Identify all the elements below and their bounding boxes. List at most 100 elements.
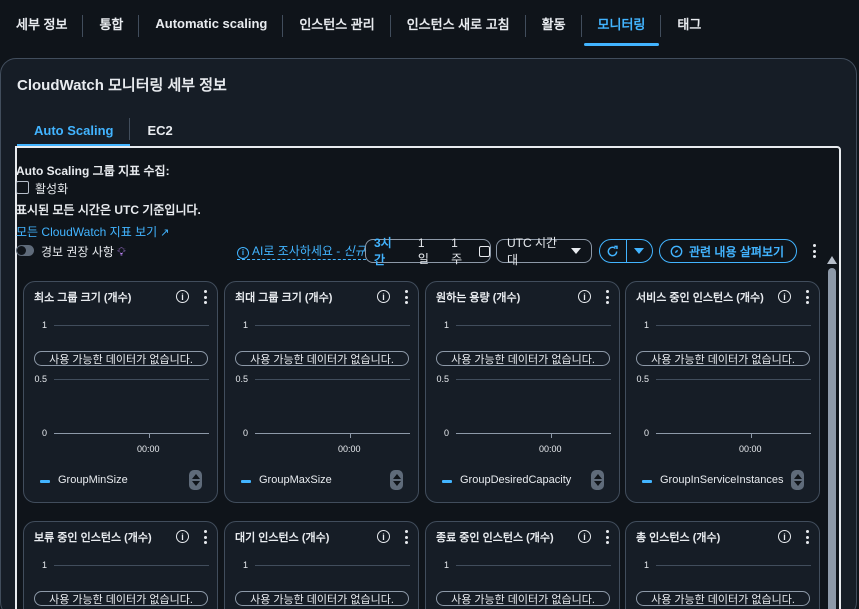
legend-scroll-control[interactable] bbox=[591, 470, 604, 490]
refresh-button[interactable] bbox=[600, 240, 626, 262]
time-range-selector: 3시간 1일 1주 bbox=[365, 236, 491, 267]
legend-scroll-control[interactable] bbox=[791, 470, 804, 490]
x-tick-mark bbox=[551, 434, 552, 438]
chart-card-group-min-size: 최소 그룹 크기 (개수) i 1 사용 가능한 데이터가 없습니다. 0.5 … bbox=[23, 281, 218, 503]
legend-label: GroupMinSize bbox=[58, 474, 128, 486]
tab-activity[interactable]: 활동 bbox=[526, 0, 582, 46]
time-range-1d[interactable]: 1일 bbox=[410, 236, 443, 267]
gridline bbox=[456, 325, 611, 326]
info-icon[interactable]: i bbox=[377, 530, 390, 543]
more-options-icon[interactable] bbox=[809, 244, 819, 258]
refresh-icon bbox=[607, 245, 618, 256]
chart-title: 최대 그룹 크기 (개수) bbox=[235, 292, 333, 304]
explore-related-label: 관련 내용 살펴보기 bbox=[689, 244, 784, 259]
timezone-value: UTC 시간대 bbox=[507, 236, 558, 267]
y-tick-label: 0.5 bbox=[636, 374, 649, 384]
legend-scroll-control[interactable] bbox=[390, 470, 403, 490]
legend-label: GroupInServiceInstances bbox=[660, 474, 784, 486]
legend-swatch bbox=[241, 480, 251, 483]
tab-auto-scaling[interactable]: Auto Scaling bbox=[17, 113, 131, 147]
calendar-icon[interactable] bbox=[479, 245, 491, 257]
tab-integrations[interactable]: 통합 bbox=[83, 0, 140, 46]
chart-card-total-instances: 총 인스턴스 (개수) i 1 사용 가능한 데이터가 없습니다. bbox=[625, 521, 820, 609]
no-data-message: 사용 가능한 데이터가 없습니다. bbox=[436, 351, 610, 366]
y-tick-label: 1 bbox=[443, 320, 449, 330]
chart-menu-icon[interactable] bbox=[200, 290, 210, 304]
tab-instance-refresh[interactable]: 인스턴스 새로 고침 bbox=[391, 0, 526, 46]
tab-tags[interactable]: 태그 bbox=[661, 0, 717, 46]
tab-label: 활동 bbox=[541, 16, 566, 32]
enable-metrics-checkbox[interactable] bbox=[16, 181, 29, 194]
info-icon[interactable]: i bbox=[377, 290, 390, 303]
chart-menu-icon[interactable] bbox=[802, 530, 812, 544]
info-icon[interactable]: i bbox=[778, 290, 791, 303]
alarm-recommendations-text: 경보 권장 사항 bbox=[41, 245, 114, 259]
utc-notice: 표시된 모든 시간은 UTC 기준입니다. bbox=[16, 203, 201, 217]
info-icon[interactable]: i bbox=[176, 290, 189, 303]
tab-label: 태그 bbox=[677, 16, 702, 32]
info-icon[interactable]: i bbox=[578, 290, 591, 303]
x-axis bbox=[456, 433, 611, 434]
info-icon: i bbox=[237, 247, 249, 259]
enable-metrics-checkbox-label: 활성화 bbox=[35, 182, 69, 196]
legend-swatch bbox=[40, 480, 50, 483]
info-icon[interactable]: i bbox=[578, 530, 591, 543]
tab-label: Automatic scaling bbox=[155, 15, 268, 31]
x-tick-label: 00:00 bbox=[739, 444, 762, 454]
time-range-3h[interactable]: 3시간 bbox=[366, 234, 410, 268]
y-tick-label: 0.5 bbox=[235, 374, 248, 384]
compass-icon bbox=[670, 245, 683, 257]
y-tick-label: 0 bbox=[242, 428, 248, 438]
legend-scroll-control[interactable] bbox=[189, 470, 202, 490]
ai-investigate-text: AI로 조사하세요 - bbox=[252, 244, 344, 258]
time-range-1w[interactable]: 1주 bbox=[443, 236, 476, 267]
alarm-recommendations-label: 경보 권장 사항 💡︎ bbox=[41, 243, 126, 260]
x-axis bbox=[255, 433, 410, 434]
chart-menu-icon[interactable] bbox=[602, 290, 612, 304]
alarm-recommendations-toggle[interactable] bbox=[16, 245, 34, 256]
y-tick-label: 1 bbox=[643, 320, 649, 330]
y-tick-label: 1 bbox=[643, 560, 649, 570]
explore-related-button[interactable]: 관련 내용 살펴보기 bbox=[659, 239, 797, 263]
gridline bbox=[54, 565, 209, 566]
y-tick-label: 0 bbox=[643, 428, 649, 438]
tab-ec2[interactable]: EC2 bbox=[130, 113, 189, 147]
scrollbar-thumb[interactable] bbox=[828, 268, 836, 609]
y-tick-label: 1 bbox=[41, 320, 47, 330]
chart-menu-icon[interactable] bbox=[200, 530, 210, 544]
legend-label: GroupDesiredCapacity bbox=[460, 474, 572, 486]
chart-menu-icon[interactable] bbox=[401, 290, 411, 304]
refresh-options-dropdown[interactable] bbox=[627, 240, 653, 262]
chart-card-desired-capacity: 원하는 용량 (개수) i 1 사용 가능한 데이터가 없습니다. 0.5 0 … bbox=[425, 281, 620, 503]
tab-label: Auto Scaling bbox=[34, 122, 114, 138]
gridline bbox=[255, 325, 410, 326]
chart-title: 총 인스턴스 (개수) bbox=[636, 532, 721, 544]
tab-monitoring[interactable]: 모니터링 bbox=[582, 0, 662, 46]
y-tick-label: 1 bbox=[242, 320, 248, 330]
no-data-message: 사용 가능한 데이터가 없습니다. bbox=[636, 591, 810, 606]
timezone-select[interactable]: UTC 시간대 bbox=[496, 236, 592, 267]
tab-details[interactable]: 세부 정보 bbox=[0, 0, 84, 46]
info-icon[interactable]: i bbox=[176, 530, 189, 543]
chart-menu-icon[interactable] bbox=[401, 530, 411, 544]
legend-swatch bbox=[442, 480, 452, 483]
chart-menu-icon[interactable] bbox=[802, 290, 812, 304]
scroll-up-arrow[interactable] bbox=[827, 256, 837, 264]
vertical-scrollbar[interactable] bbox=[826, 256, 838, 609]
refresh-button-group bbox=[599, 239, 653, 263]
legend-swatch bbox=[642, 480, 652, 483]
tab-automatic-scaling[interactable]: Automatic scaling bbox=[139, 0, 284, 46]
panel-title: CloudWatch 모니터링 세부 정보 bbox=[17, 77, 227, 94]
y-tick-label: 0 bbox=[41, 428, 47, 438]
chart-title: 원하는 용량 (개수) bbox=[436, 292, 521, 304]
info-icon[interactable]: i bbox=[778, 530, 791, 543]
gridline bbox=[255, 565, 410, 566]
view-all-metrics-link[interactable]: 모든 CloudWatch 지표 보기 ↗ bbox=[16, 223, 169, 240]
chart-menu-icon[interactable] bbox=[602, 530, 612, 544]
chart-card-pending-instances: 보류 중인 인스턴스 (개수) i 1 사용 가능한 데이터가 없습니다. bbox=[23, 521, 218, 609]
ai-investigate-link[interactable]: i AI로 조사하세요 - 신규 bbox=[237, 242, 366, 260]
x-tick-label: 00:00 bbox=[338, 444, 361, 454]
tab-instance-management[interactable]: 인스턴스 관리 bbox=[283, 0, 391, 46]
chart-card-standby-instances: 대기 인스턴스 (개수) i 1 사용 가능한 데이터가 없습니다. bbox=[224, 521, 419, 609]
metrics-collection-label: Auto Scaling 그룹 지표 수집: bbox=[16, 164, 170, 178]
